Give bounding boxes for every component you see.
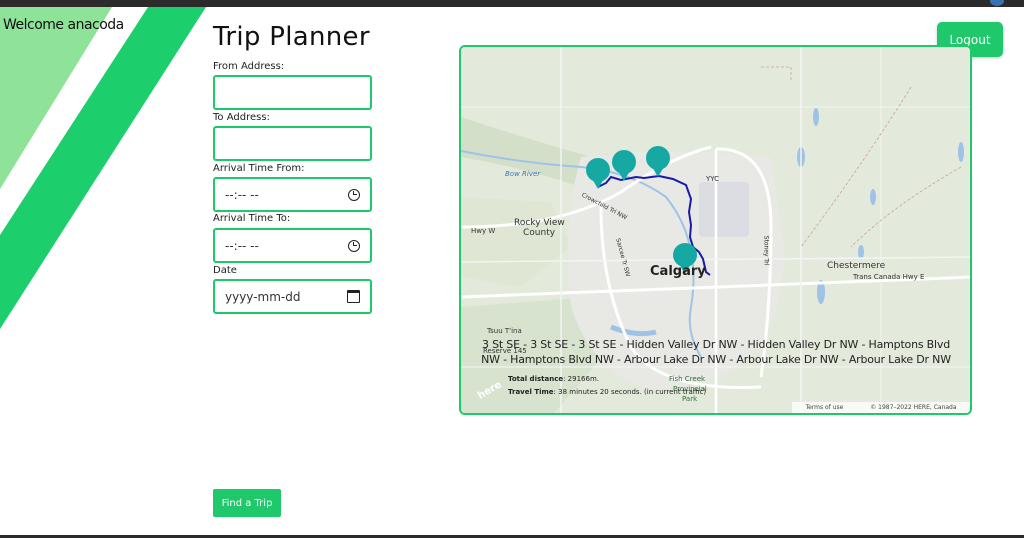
map-label-fish-creek: Fish Creek <box>669 375 706 383</box>
arrival-time-from-label: Arrival Time From: <box>213 163 305 174</box>
travel-time-value: : 38 minutes 20 seconds. (in current tra… <box>553 388 707 396</box>
route-map[interactable]: Calgary Rocky View County Chestermere Tr… <box>459 45 972 415</box>
browser-top-bar <box>0 0 1024 7</box>
map-label-park: Park <box>682 395 698 403</box>
find-trip-button[interactable]: Find a Trip <box>213 489 281 517</box>
map-label-trans-canada: Trans Canada Hwy E <box>853 273 925 281</box>
from-address-label: From Address: <box>213 61 285 72</box>
arrival-time-to-placeholder: --:-- -- <box>225 238 259 253</box>
total-distance: Total distance: 29166m. <box>508 375 599 383</box>
arrival-time-from-input[interactable]: --:-- -- <box>213 177 372 212</box>
map-label-chestermere: Chestermere <box>827 261 886 271</box>
date-input[interactable]: yyyy-mm-dd <box>213 279 372 314</box>
to-address-input[interactable] <box>213 126 372 161</box>
map-label-county: County <box>523 228 556 238</box>
clock-icon[interactable] <box>348 188 360 201</box>
terms-of-use-link[interactable]: Terms of use <box>805 404 843 411</box>
map-label-hwy-w: Hwy W <box>471 227 496 235</box>
map-label-rocky-view: Rocky View <box>514 218 565 228</box>
arrival-time-to-input[interactable]: --:-- -- <box>213 228 372 263</box>
welcome-text: Welcome anacoda <box>3 17 124 33</box>
travel-time: Travel Time: 38 minutes 20 seconds. (in … <box>508 388 706 396</box>
date-placeholder: yyyy-mm-dd <box>225 289 301 304</box>
total-distance-value: : 29166m. <box>563 375 599 383</box>
map-label-stoney: Stoney Trl <box>762 235 770 266</box>
decorative-stripes <box>0 7 206 329</box>
route-directions-text: 3 St SE - 3 St SE - 3 St SE - Hidden Val… <box>481 338 951 366</box>
avatar <box>990 0 1004 6</box>
page-title: Trip Planner <box>213 22 370 52</box>
map-label-bow-river: Bow River <box>505 170 541 178</box>
map-attribution: Terms of use © 1987–2022 HERE, Canada <box>792 402 970 413</box>
map-label-airport: YYC <box>706 175 720 183</box>
clock-icon[interactable] <box>348 239 360 252</box>
map-copyright: © 1987–2022 HERE, Canada <box>870 404 957 411</box>
arrival-time-to-label: Arrival Time To: <box>213 213 291 224</box>
to-address-label: To Address: <box>213 112 270 123</box>
map-label-calgary: Calgary <box>650 264 706 279</box>
date-label: Date <box>213 265 237 276</box>
from-address-input[interactable] <box>213 75 372 110</box>
arrival-time-from-placeholder: --:-- -- <box>225 187 259 202</box>
calendar-icon[interactable] <box>347 290 360 303</box>
travel-time-label: Travel Time <box>508 388 554 396</box>
map-label-tsuu-tina: Tsuu T'ina <box>487 327 522 335</box>
total-distance-label: Total distance <box>508 375 564 383</box>
